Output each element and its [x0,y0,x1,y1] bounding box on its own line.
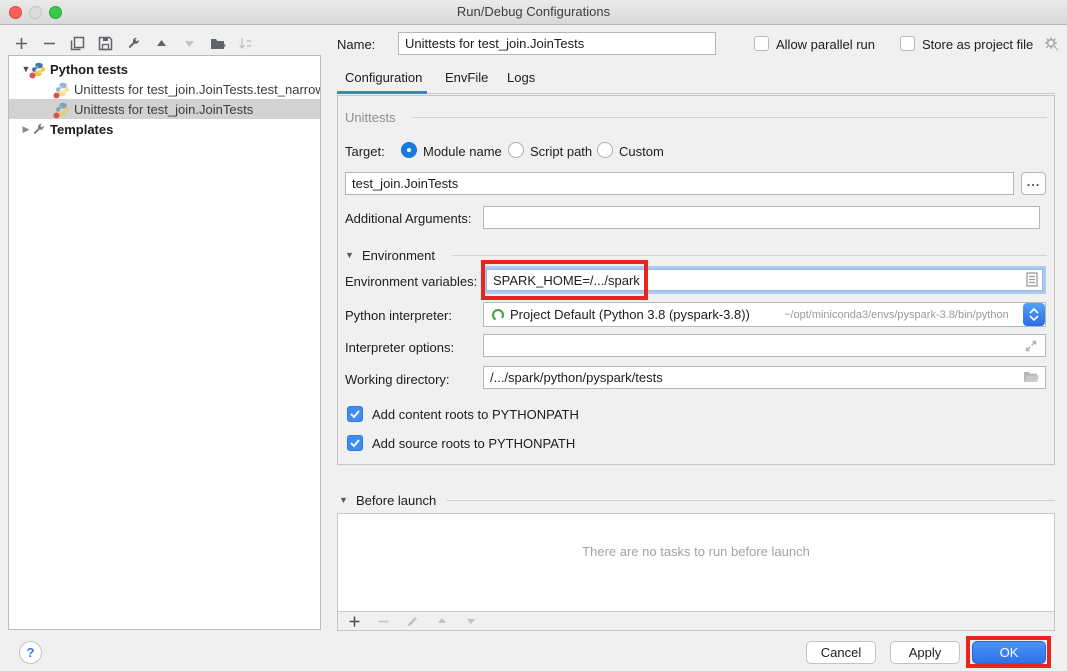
before-launch-empty-message: There are no tasks to run before launch [338,544,1054,559]
tab-envfile[interactable]: EnvFile [445,70,488,85]
add-source-roots-label: Add source roots to PYTHONPATH [372,436,575,451]
before-launch-task-list: There are no tasks to run before launch [337,513,1055,612]
save-icon[interactable] [97,35,114,52]
folder-icon[interactable] [1023,370,1040,384]
target-label: Target: [345,144,385,159]
radio-custom[interactable] [597,142,613,158]
apply-button[interactable]: Apply [890,641,960,664]
move-up-icon[interactable] [433,613,450,630]
tree-item-label: Python tests [50,62,128,77]
gear-icon[interactable] [1043,35,1060,52]
edit-icon[interactable] [404,613,421,630]
target-input[interactable] [345,172,1014,195]
templates-icon [31,122,46,137]
radio-custom-label: Custom [619,144,664,159]
additional-arguments-label: Additional Arguments: [345,211,471,226]
tree-item-python-tests[interactable]: ▼ Python tests [9,59,320,79]
python-interpreter-value: Project Default (Python 3.8 (pyspark-3.8… [510,307,750,322]
tree-item-label: Templates [50,122,113,137]
tree-item-templates[interactable]: ▶ Templates [9,119,320,139]
working-directory-label: Working directory: [345,372,450,387]
environment-section-label: Environment [362,248,435,263]
move-down-icon[interactable] [462,613,479,630]
add-icon[interactable] [13,35,30,52]
radio-script-path-label: Script path [530,144,592,159]
add-content-roots-checkbox[interactable] [347,406,363,422]
radio-script-path[interactable] [508,142,524,158]
group-title-divider [412,117,1047,118]
tab-logs[interactable]: Logs [507,70,535,85]
interpreter-options-label: Interpreter options: [345,340,454,355]
radio-module-name[interactable] [401,142,417,158]
name-label: Name: [337,37,375,52]
add-source-roots-checkbox[interactable] [347,435,363,451]
env-variables-list-icon[interactable] [1026,272,1038,287]
additional-arguments-input[interactable] [483,206,1040,229]
expand-field-icon[interactable] [1024,339,1038,353]
python-test-icon [55,102,70,117]
move-down-icon[interactable] [181,35,198,52]
combo-stepper-icon[interactable] [1023,303,1045,326]
python-interpreter-select[interactable]: Project Default (Python 3.8 (pyspark-3.8… [483,302,1046,327]
annotation-box-ok-button [966,636,1051,668]
add-icon[interactable] [346,613,363,630]
before-launch-divider [446,500,1055,501]
radio-module-name-label: Module name [423,144,502,159]
environment-section-divider [452,255,1047,256]
remove-icon[interactable] [375,613,392,630]
before-launch-toolbar [337,611,1055,631]
allow-parallel-run-checkbox[interactable] [754,36,769,51]
move-up-icon[interactable] [153,35,170,52]
chevron-right-icon[interactable]: ▶ [21,124,31,135]
conda-env-icon [491,308,505,322]
annotation-box-env-variables [481,260,648,300]
python-tests-icon [31,62,46,77]
configurations-tree: ▼ Python tests Unittests for test_join.J… [8,55,321,630]
python-interpreter-label: Python interpreter: [345,308,452,323]
tab-divider [427,93,1055,94]
remove-icon[interactable] [41,35,58,52]
python-interpreter-path: ~/opt/miniconda3/envs/pyspark-3.8/bin/py… [784,309,1009,321]
environment-variables-label: Environment variables: [345,274,477,289]
run-badge-icon [53,112,60,119]
run-badge-icon [53,92,60,99]
tree-item-label: Unittests for test_join.JoinTests [74,102,253,117]
edit-defaults-icon[interactable] [125,35,142,52]
cancel-button[interactable]: Cancel [806,641,876,664]
title-bar: Run/Debug Configurations [0,0,1067,25]
help-button[interactable]: ? [19,641,42,664]
tree-item-unittests-jointests-selected[interactable]: Unittests for test_join.JoinTests [9,99,320,119]
window-title: Run/Debug Configurations [0,4,1067,19]
python-test-icon [55,82,70,97]
name-input[interactable] [398,32,716,55]
help-question-icon: ? [27,645,35,660]
configurations-toolbar [13,33,254,53]
run-badge-icon [29,72,36,79]
collapse-triangle-icon[interactable]: ▼ [345,250,354,260]
copy-icon[interactable] [69,35,86,52]
active-tab-indicator [337,91,427,94]
tree-item-unittests-test-narrow[interactable]: Unittests for test_join.JoinTests.test_n… [9,79,320,99]
new-folder-icon[interactable] [209,35,226,52]
tree-item-label: Unittests for test_join.JoinTests.test_n… [74,82,320,97]
add-content-roots-label: Add content roots to PYTHONPATH [372,407,579,422]
store-as-project-file-checkbox[interactable] [900,36,915,51]
sort-icon[interactable] [237,35,254,52]
browse-button[interactable]: ... [1021,172,1046,195]
allow-parallel-run-label: Allow parallel run [776,37,875,52]
tab-configuration[interactable]: Configuration [345,70,422,85]
unittests-group-title: Unittests [345,110,396,125]
working-directory-input[interactable] [483,366,1046,389]
interpreter-options-input[interactable] [483,334,1046,357]
before-launch-section-label: Before launch [356,493,436,508]
collapse-triangle-icon[interactable]: ▼ [339,495,348,505]
store-as-project-file-label: Store as project file [922,37,1033,52]
